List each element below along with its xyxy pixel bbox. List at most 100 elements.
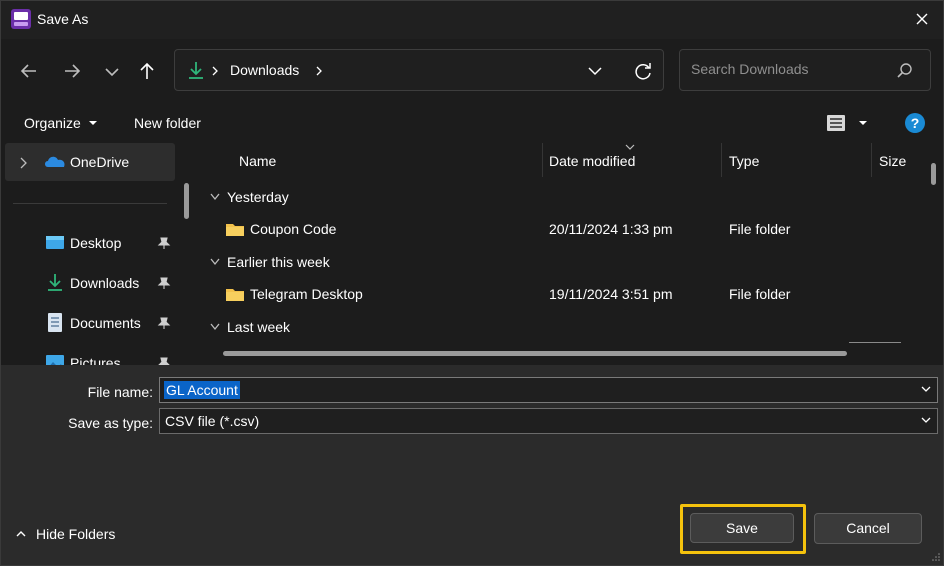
column-divider[interactable] [721,143,722,177]
new-folder-button[interactable]: New folder [134,115,201,131]
sidebar-item-onedrive[interactable]: OneDrive [5,143,175,181]
file-type: File folder [729,221,791,237]
vertical-scrollbar[interactable] [931,163,936,185]
up-button[interactable] [133,57,161,85]
sidebar-item-label: Downloads [70,275,140,291]
hide-folders-button[interactable]: Hide Folders [15,525,135,545]
sidebar-item-downloads[interactable]: Downloads [5,264,175,302]
chevron-up-icon [16,531,26,537]
breadcrumb-chevron-icon[interactable] [315,65,323,77]
search-icon[interactable] [896,62,914,80]
arrow-right-icon [65,64,81,78]
new-folder-label: New folder [134,115,201,131]
chevron-right-icon[interactable] [19,157,29,169]
address-bar[interactable]: Downloads [174,49,664,91]
collapse-chevron-icon[interactable] [209,192,221,202]
onedrive-icon [45,156,65,167]
sidebar-item-desktop[interactable]: Desktop [5,224,175,262]
close-icon [916,13,928,25]
save-as-type-value: CSV file (*.csv) [165,413,260,429]
title-bar: Save As [1,1,943,39]
address-dropdown-icon[interactable] [587,64,603,78]
breadcrumb-separator-icon [212,66,218,76]
organize-caret-icon[interactable] [88,119,98,127]
refresh-icon[interactable] [632,60,654,82]
collapse-chevron-icon[interactable] [209,322,221,332]
sidebar-item-label: Documents [70,315,141,331]
file-date-modified: 19/11/2024 3:51 pm [549,286,673,302]
navigation-bar: Downloads [1,39,943,103]
save-as-type-select[interactable]: CSV file (*.csv) [159,408,938,434]
save-button-highlight: Save [680,504,806,554]
file-name: Coupon Code [250,221,337,237]
collapse-chevron-icon[interactable] [209,257,221,267]
chevron-down-icon [105,68,119,77]
pin-icon[interactable] [157,276,171,290]
chevron-down-icon[interactable] [920,416,932,426]
column-header-date-modified[interactable]: Date modified [549,153,635,169]
column-header-size[interactable]: Size [879,153,906,169]
window-title: Save As [37,11,89,27]
sidebar-item-label: Desktop [70,235,122,251]
column-header-name[interactable]: Name [239,153,276,169]
arrow-left-icon [20,64,36,78]
sidebar-item-documents[interactable]: Documents [5,304,175,342]
organize-button[interactable]: Organize [24,115,81,131]
file-name: Telegram Desktop [250,286,363,302]
file-date-modified: 20/11/2024 1:33 pm [549,221,673,237]
sort-chevron-icon [625,144,635,150]
group-header-last-week[interactable]: Last week [227,319,290,335]
group-header-yesterday[interactable]: Yesterday [227,189,289,205]
chevron-down-icon[interactable] [920,385,932,395]
help-icon[interactable]: ? [904,112,926,134]
resize-grip-icon[interactable] [931,552,941,562]
pin-icon[interactable] [157,356,171,365]
cancel-button[interactable]: Cancel [814,513,922,544]
file-name-label: File name: [87,384,153,400]
pin-icon[interactable] [157,236,171,250]
download-icon [189,62,203,79]
search-input[interactable] [689,60,893,78]
back-button[interactable] [15,57,43,85]
save-options-panel: File name: GL Account Save as type: CSV … [1,365,943,565]
save-as-dialog: Save As Downloads Search Downloads Organ… [0,0,944,566]
file-list: Name Date modified Type Size Yesterday C… [199,143,943,365]
file-row[interactable]: Coupon Code 20/11/2024 1:33 pm File fold… [205,214,905,244]
file-name-field[interactable]: GL Account [159,377,938,403]
horizontal-scrollbar[interactable] [223,351,847,356]
download-icon [48,274,62,291]
group-header-earlier-this-week[interactable]: Earlier this week [227,254,330,270]
arrow-up-icon [140,62,154,79]
file-name-value[interactable]: GL Account [164,381,240,399]
app-icon [11,9,31,29]
hide-folders-label: Hide Folders [36,526,116,542]
sidebar-item-label: Pictures [70,355,121,365]
sidebar-item-pictures[interactable]: Pictures [5,344,175,365]
column-divider[interactable] [542,143,543,177]
navigation-pane: OneDrive Desktop Downloads Documents Pic… [1,143,197,365]
divider [13,203,167,204]
file-type: File folder [729,286,791,302]
recent-locations-button[interactable] [98,57,126,85]
column-header-type[interactable]: Type [729,153,759,169]
close-button[interactable] [905,5,939,35]
desktop-icon [46,236,64,249]
search-box[interactable] [679,49,931,91]
forward-button[interactable] [58,57,86,85]
sidebar-item-label: OneDrive [70,154,130,170]
file-row[interactable]: Telegram Desktop 19/11/2024 3:51 pm File… [205,279,905,309]
column-divider[interactable] [871,143,872,177]
save-button[interactable]: Save [690,513,794,543]
svg-text:?: ? [911,115,920,131]
organize-label: Organize [24,115,81,131]
pictures-icon [46,355,64,365]
folder-icon [226,289,244,301]
scroll-track-marker [849,342,901,343]
documents-icon [48,313,62,332]
command-bar: Organize New folder ? [1,103,943,143]
pin-icon[interactable] [157,316,171,330]
view-caret-icon[interactable] [858,119,868,127]
breadcrumb-downloads[interactable]: Downloads [230,62,299,78]
navigation-pane-scrollbar[interactable] [184,183,189,219]
view-options-icon[interactable] [826,113,846,133]
